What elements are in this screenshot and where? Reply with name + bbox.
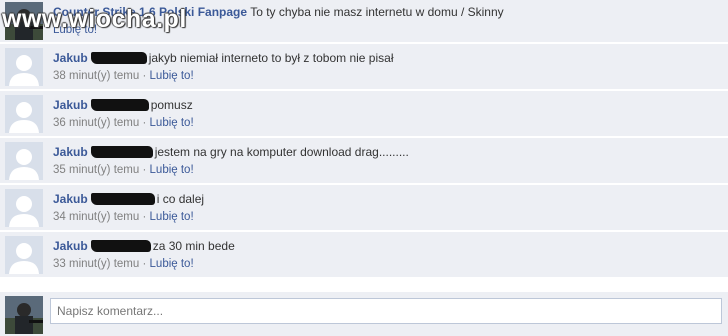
comment-author[interactable]: Jakub: [53, 145, 88, 159]
like-link[interactable]: Lubię to!: [150, 258, 194, 270]
comment-list: Counter Strike 1.6 Polski Fanpage To ty …: [0, 0, 728, 279]
comment-text: za 30 min bede: [152, 239, 235, 253]
redacted-surname: [90, 240, 151, 252]
comment-composer: Napisz komentarz...: [0, 292, 728, 336]
default-avatar-icon[interactable]: [5, 142, 43, 180]
comment: Jakub za 30 min bede 33 minut(y) temu · L…: [0, 232, 728, 279]
default-avatar-icon[interactable]: [5, 189, 43, 227]
like-link[interactable]: Lubię to!: [150, 117, 194, 129]
comment-time[interactable]: 34 minut(y) temu: [53, 211, 139, 223]
comment: Jakub pomusz 36 minut(y) temu · Lubię to!: [0, 91, 728, 138]
comment-author[interactable]: Jakub: [53, 51, 88, 65]
redacted-surname: [90, 146, 153, 158]
comment-text: jestem na gry na komputer download drag.…: [154, 145, 409, 159]
comment-text: To ty chyba nie masz internetu w domu / …: [250, 5, 504, 19]
comment-text: pomusz: [150, 98, 193, 112]
comment: Jakub jestem na gry na komputer download …: [0, 138, 728, 185]
default-avatar-icon[interactable]: [5, 95, 43, 133]
redacted-surname: [90, 52, 147, 64]
separator-dot: ·: [142, 258, 147, 270]
comment-input[interactable]: Napisz komentarz...: [50, 298, 722, 324]
comment: Jakub i co dalej 34 minut(y) temu · Lubię…: [0, 185, 728, 232]
separator-dot: ·: [142, 70, 147, 82]
default-avatar-icon[interactable]: [5, 48, 43, 86]
comment-author[interactable]: Jakub: [53, 98, 88, 112]
comment-time[interactable]: 36 minut(y) temu: [53, 117, 139, 129]
comment-text: i co dalej: [156, 192, 205, 206]
like-link[interactable]: Lubię to!: [150, 164, 194, 176]
like-link[interactable]: Lubię to!: [150, 70, 194, 82]
separator-dot: ·: [142, 117, 147, 129]
redacted-surname: [90, 99, 149, 111]
comment-author[interactable]: Jakub: [53, 192, 88, 206]
comment-text: jakyb niemiał interneto to był z tobom n…: [148, 51, 394, 65]
separator-dot: ·: [142, 164, 147, 176]
separator-dot: ·: [142, 211, 147, 223]
comment-time[interactable]: 38 minut(y) temu: [53, 70, 139, 82]
comment-author[interactable]: Jakub: [53, 239, 88, 253]
default-avatar-icon[interactable]: [5, 236, 43, 274]
soldier-avatar-icon: [5, 296, 43, 334]
like-link[interactable]: Lubię to!: [150, 211, 194, 223]
comment: Jakub jakyb niemiał interneto to był z to…: [0, 44, 728, 91]
comment-time[interactable]: 33 minut(y) temu: [53, 258, 139, 270]
watermark: www.wiocha.pl: [2, 5, 187, 33]
redacted-surname: [90, 193, 155, 205]
comment-time[interactable]: 35 minut(y) temu: [53, 164, 139, 176]
